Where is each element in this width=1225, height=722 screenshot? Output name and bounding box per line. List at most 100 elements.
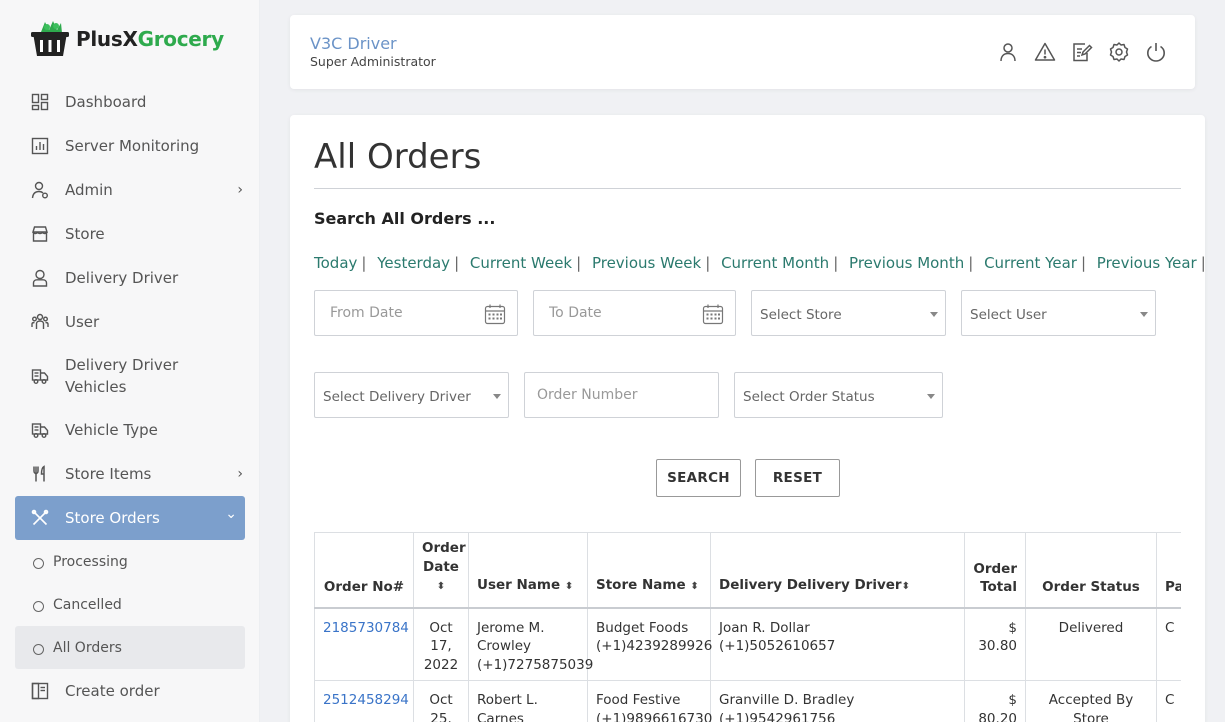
dropdown-caret-icon <box>930 312 938 317</box>
submenu-item-processing[interactable]: Processing <box>15 540 245 583</box>
sidebar-item-delivery-driver-vehicles[interactable]: Delivery Driver Vehicles <box>15 344 245 408</box>
order-status-select-value: Select Order Status <box>743 389 875 405</box>
sidebar-item-store-items[interactable]: Store Items › <box>15 452 245 496</box>
order-number-cell: 2512458294 <box>314 680 414 722</box>
from-date-input[interactable] <box>330 305 470 321</box>
sidebar-item-label: Store Orders <box>65 509 160 527</box>
edit-icon[interactable] <box>1071 41 1093 63</box>
warning-icon[interactable] <box>1034 41 1056 63</box>
store-select-value: Select Store <box>760 307 842 323</box>
sidebar-item-user[interactable]: User <box>15 300 245 344</box>
sidebar-item-label: Server Monitoring <box>65 137 200 155</box>
sidebar-item-delivery-driver[interactable]: Delivery Driver <box>15 256 245 300</box>
payment-cell: C <box>1156 680 1181 722</box>
submenu-item-cancelled[interactable]: Cancelled <box>15 583 245 626</box>
filter-previous-week[interactable]: Previous Week <box>592 254 701 272</box>
page-title: All Orders <box>314 137 482 177</box>
sidebar-item-label: Delivery Driver <box>65 269 179 287</box>
calendar-icon[interactable] <box>484 303 506 325</box>
column-header-order-date[interactable]: Order Date ⬍ <box>413 532 469 608</box>
filter-yesterday[interactable]: Yesterday <box>377 254 450 272</box>
reset-button[interactable]: RESET <box>755 459 840 497</box>
column-header-payment[interactable]: Pa N <box>1156 532 1181 608</box>
circle-icon <box>33 557 44 569</box>
title-divider <box>314 188 1181 189</box>
order-status-cell: Accepted By Store <box>1025 680 1157 722</box>
order-number-cell: 2185730784 <box>314 607 414 681</box>
fork-icon <box>33 465 45 482</box>
sidebar-item-dashboard[interactable]: Dashboard <box>15 80 245 124</box>
sidebar-item-label: Store <box>65 225 105 243</box>
column-header-user-name[interactable]: User Name ⬍ <box>468 532 588 608</box>
filter-previous-year[interactable]: Previous Year <box>1097 254 1197 272</box>
sidebar-item-create-order[interactable]: Create order <box>15 669 245 713</box>
circle-icon <box>33 600 44 612</box>
settings-icon[interactable] <box>1108 41 1130 63</box>
sort-icon[interactable]: ⬍ <box>565 581 573 592</box>
driver-select[interactable]: Select Delivery Driver <box>314 372 509 418</box>
order-number-link[interactable]: 2512458294 <box>323 692 409 708</box>
sidebar-item-admin[interactable]: Admin › <box>15 168 245 212</box>
filter-today[interactable]: Today <box>314 254 357 272</box>
truck-icon <box>31 423 49 438</box>
sidebar-item-store[interactable]: Store <box>15 212 245 256</box>
truck-icon <box>31 369 49 384</box>
user-select[interactable]: Select User <box>961 290 1156 336</box>
submenu-item-all-orders[interactable]: All Orders <box>15 626 245 669</box>
user-name[interactable]: V3C Driver <box>310 34 397 53</box>
from-date-field[interactable] <box>314 290 518 336</box>
circle-icon <box>33 643 44 655</box>
orders-icon <box>31 509 49 526</box>
basket-icon <box>31 21 69 56</box>
table-header-row: Order No# Order Date ⬍ User Name ⬍ Store … <box>314 532 1181 608</box>
store-cell: Food Festive (+1)9896616730 <box>587 680 712 722</box>
order-number-input[interactable] <box>537 387 677 403</box>
quick-filters: Today | Yesterday | Current Week | Previous… <box>314 254 1205 272</box>
filter-previous-month[interactable]: Previous Month <box>849 254 964 272</box>
table-row: 2512458294 Oct 25, Robert L. Carnes Food… <box>314 680 1181 722</box>
column-header-delivery-driver[interactable]: Delivery Delivery Driver⬍ <box>710 532 965 608</box>
sort-icon[interactable]: ⬍ <box>437 581 445 592</box>
sidebar-item-label: Dashboard <box>65 93 147 111</box>
to-date-field[interactable] <box>533 290 736 336</box>
sort-icon[interactable]: ⬍ <box>902 581 910 592</box>
sidebar-item-store-orders[interactable]: Store Orders ⌄ <box>15 496 245 540</box>
driver-cell: Joan R. Dollar (+1)5052610657 <box>710 607 965 681</box>
driver-select-value: Select Delivery Driver <box>323 389 471 405</box>
user-role: Super Administrator <box>310 54 436 69</box>
sidebar-item-server-monitoring[interactable]: Server Monitoring <box>15 124 245 168</box>
sidebar: PlusXGrocery Dashboard Server Monitoring… <box>0 0 260 722</box>
search-button[interactable]: SEARCH <box>656 459 741 497</box>
sidebar-item-label: Admin <box>65 181 113 199</box>
main-panel: All Orders Search All Orders ... Today | … <box>290 115 1205 722</box>
submenu-item-label: Processing <box>53 553 128 570</box>
filter-current-year[interactable]: Current Year <box>984 254 1077 272</box>
dropdown-caret-icon <box>1140 312 1148 317</box>
to-date-input[interactable] <box>549 305 689 321</box>
brand-logo[interactable]: PlusXGrocery <box>29 18 224 60</box>
profile-icon[interactable] <box>997 41 1019 63</box>
column-header-store-name[interactable]: Store Name ⬍ <box>587 532 711 608</box>
chart-icon <box>31 137 49 155</box>
sidebar-item-label: Delivery Driver Vehicles <box>65 356 179 396</box>
calendar-icon[interactable] <box>702 303 724 325</box>
power-icon[interactable] <box>1145 41 1167 63</box>
sidebar-item-vehicle-type[interactable]: Vehicle Type <box>15 408 245 452</box>
column-header-order-no[interactable]: Order No# <box>314 532 414 608</box>
order-number-link[interactable]: 2185730784 <box>323 620 409 636</box>
column-header-order-total[interactable]: Order Total <box>964 532 1026 608</box>
order-status-select[interactable]: Select Order Status <box>734 372 943 418</box>
payment-cell: C <box>1156 607 1181 681</box>
submenu-item-label: Cancelled <box>53 596 122 613</box>
filter-current-week[interactable]: Current Week <box>470 254 572 272</box>
column-header-order-status[interactable]: Order Status <box>1025 532 1157 608</box>
sort-icon[interactable]: ⬍ <box>690 581 698 592</box>
sidebar-item-label: Vehicle Type <box>65 421 158 439</box>
user-cell: Robert L. Carnes <box>468 680 588 722</box>
order-total-cell: $30.80 <box>964 607 1026 681</box>
brand-name: PlusXGrocery <box>76 27 224 51</box>
create-order-icon <box>31 682 49 700</box>
filter-current-month[interactable]: Current Month <box>721 254 829 272</box>
order-number-field[interactable] <box>524 372 719 418</box>
store-select[interactable]: Select Store <box>751 290 946 336</box>
